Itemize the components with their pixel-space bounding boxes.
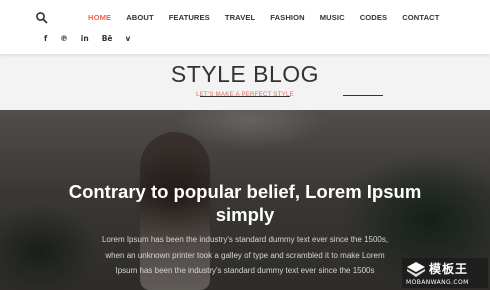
watermark-logo-icon — [406, 261, 426, 278]
facebook-icon[interactable]: f — [44, 34, 47, 43]
tagline-strike-line — [200, 96, 290, 97]
brand-banner: STYLE BLOG LET'S MAKE A PERFECT STYLE — [0, 54, 490, 110]
hero-body-text: Lorem Ipsum has been the industry's stan… — [101, 235, 389, 275]
nav-item-music[interactable]: MUSIC — [320, 13, 345, 22]
nav-item-travel[interactable]: TRAVEL — [225, 13, 255, 22]
pinterest-icon[interactable]: ℗ — [60, 34, 68, 43]
nav-item-codes[interactable]: CODES — [360, 13, 388, 22]
site-tagline: LET'S MAKE A PERFECT STYLE — [196, 92, 294, 98]
top-navigation-bar: HOME ABOUT FEATURES TRAVEL FASHION MUSIC CODES… — [0, 0, 490, 54]
nav-item-home[interactable]: HOME — [88, 13, 111, 22]
nav-item-contact[interactable]: CONTACT — [402, 13, 439, 22]
nav-item-about[interactable]: ABOUT — [126, 13, 154, 22]
decorative-rule — [343, 95, 383, 96]
behance-icon[interactable]: Bē — [102, 34, 113, 43]
social-links: f ℗ in Bē v — [44, 34, 143, 43]
site-title[interactable]: STYLE BLOG — [0, 61, 490, 88]
linkedin-icon[interactable]: in — [81, 34, 89, 43]
hero-headline[interactable]: Contrary to popular belief, Lorem Ipsum … — [40, 180, 450, 226]
watermark-en: MOBANWANG.COM — [406, 279, 469, 286]
nav-item-fashion[interactable]: FASHION — [270, 13, 304, 22]
vimeo-icon[interactable]: v — [126, 34, 131, 43]
nav-item-features[interactable]: FEATURES — [169, 13, 210, 22]
main-menu: HOME ABOUT FEATURES TRAVEL FASHION MUSIC CODES… — [88, 13, 454, 22]
search-icon[interactable] — [35, 11, 49, 25]
watermark: 模板王 MOBANWANG.COM — [402, 258, 488, 288]
watermark-cn: 模板王 — [429, 262, 469, 276]
